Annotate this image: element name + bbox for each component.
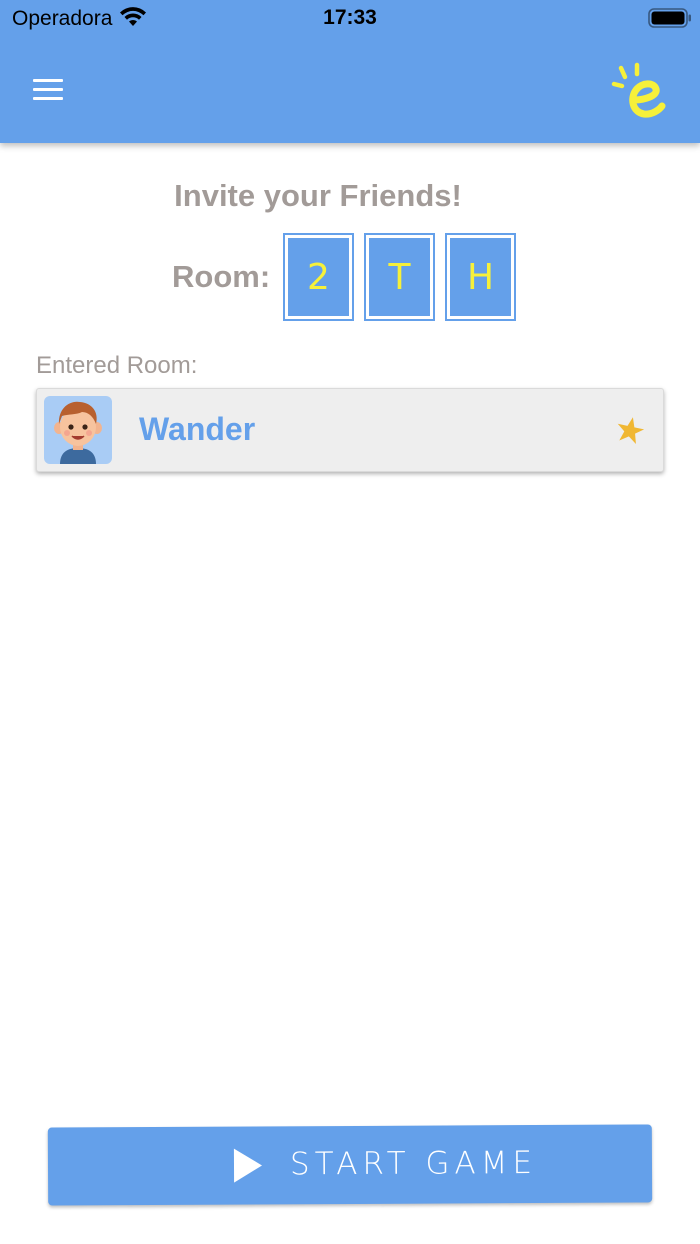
- star-icon: [614, 415, 646, 452]
- play-icon: [232, 1146, 264, 1189]
- room-label: Room:: [172, 259, 271, 294]
- e-logo-icon: [608, 62, 670, 127]
- battery-icon: [648, 8, 692, 33]
- invite-title: Invite your Friends!: [174, 178, 462, 213]
- hamburger-menu-icon[interactable]: [30, 76, 68, 104]
- start-game-label: START GAME: [289, 1145, 538, 1183]
- entered-room-label: Entered Room:: [36, 352, 198, 379]
- start-game-button[interactable]: START GAME: [47, 1124, 653, 1206]
- boy-avatar-icon: [44, 396, 112, 464]
- status-time: 17:33: [323, 6, 377, 29]
- player-name: Wander: [139, 411, 256, 447]
- room-code-char: T: [364, 233, 435, 321]
- room-code-char: H: [445, 233, 516, 321]
- status-bar: Operadora 17:33: [0, 0, 700, 40]
- app-header: Operadora 17:33: [0, 0, 700, 143]
- room-code-char: 2: [283, 233, 354, 321]
- player-list-item[interactable]: Wander: [36, 388, 664, 472]
